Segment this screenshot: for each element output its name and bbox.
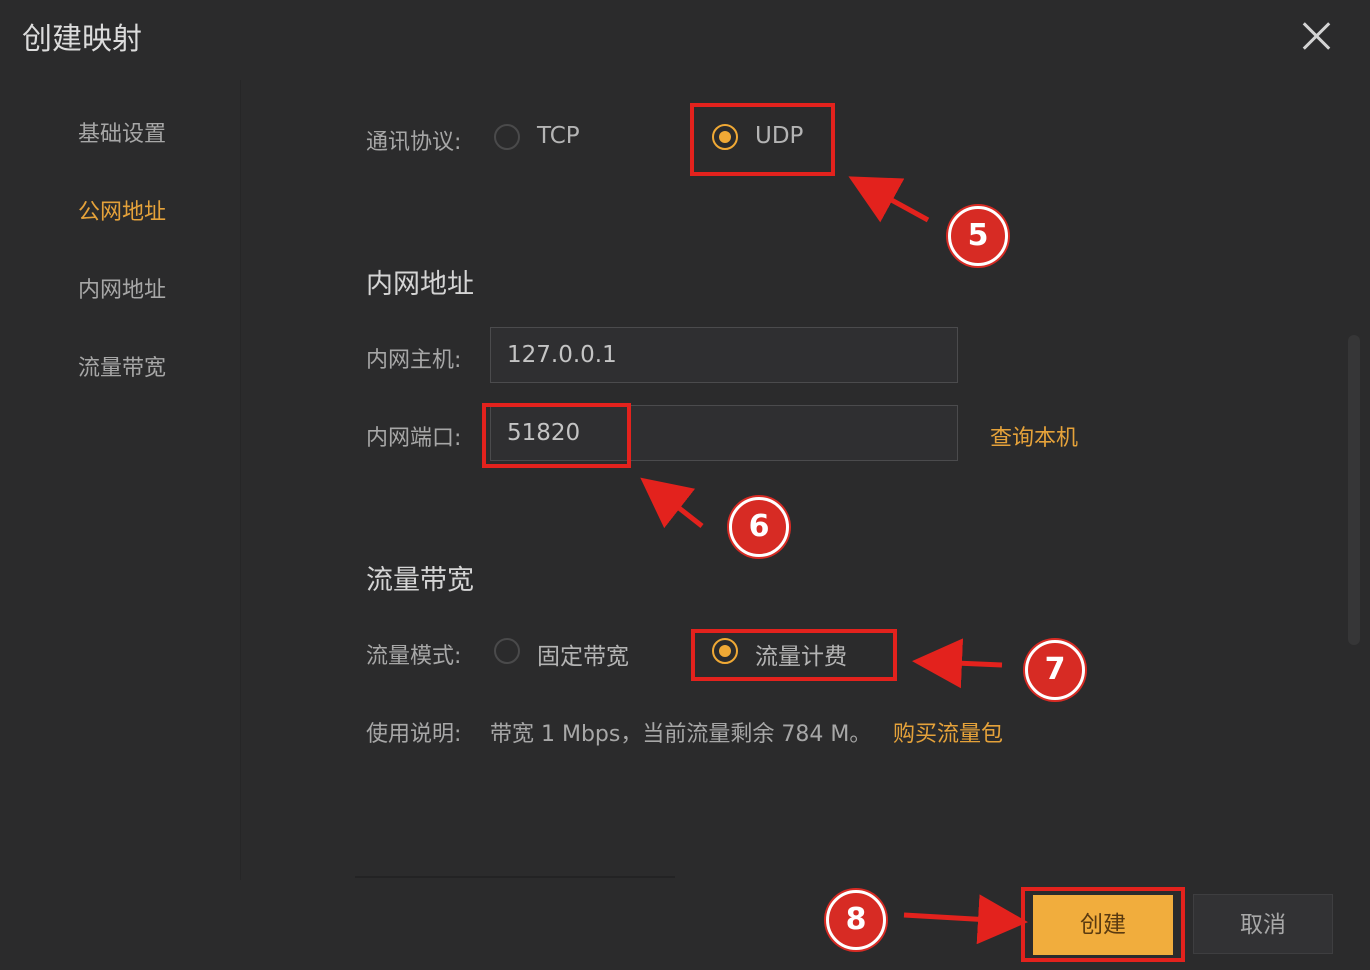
usage-label: 使用说明: <box>366 722 462 747</box>
sidebar-item-intranet-address[interactable]: 内网地址 <box>78 272 166 304</box>
sidebar-item-basic-settings[interactable]: 基础设置 <box>78 116 166 148</box>
usage-text: 带宽 1 Mbps，当前流量剩余 784 M。 <box>490 722 872 747</box>
step-badge-7: 7 <box>1025 640 1085 700</box>
intranet-host-input[interactable]: 127.0.0.1 <box>490 327 958 383</box>
divider <box>355 876 675 878</box>
highlight-traffic-billing <box>691 629 897 681</box>
query-local-link[interactable]: 查询本机 <box>990 420 1078 452</box>
protocol-label: 通讯协议: <box>366 130 462 155</box>
highlight-udp <box>690 103 835 176</box>
arrow-6 <box>640 477 704 529</box>
step-badge-6: 6 <box>729 497 789 557</box>
step-badge-5: 5 <box>948 206 1008 266</box>
step-badge-8: 8 <box>826 890 886 950</box>
radio-tcp[interactable] <box>494 124 520 150</box>
scrollbar[interactable] <box>1348 335 1360 645</box>
arrow-8 <box>903 894 1028 945</box>
intranet-port-label: 内网端口: <box>366 426 462 451</box>
close-icon[interactable] <box>1298 18 1334 54</box>
sidebar-item-public-address[interactable]: 公网地址 <box>78 194 166 226</box>
arrow-5 <box>848 176 930 223</box>
intranet-host-label: 内网主机: <box>366 348 462 373</box>
radio-fixed-bandwidth-label[interactable]: 固定带宽 <box>537 637 629 671</box>
highlight-create-button <box>1021 887 1185 962</box>
arrow-7 <box>912 638 1003 689</box>
dialog-title: 创建映射 <box>22 22 142 57</box>
buy-traffic-link[interactable]: 购买流量包 <box>893 716 1003 748</box>
intranet-section-title: 内网地址 <box>366 269 474 300</box>
bandwidth-section-title: 流量带宽 <box>366 565 474 596</box>
radio-fixed-bandwidth[interactable] <box>494 638 520 664</box>
sidebar-item-bandwidth[interactable]: 流量带宽 <box>78 350 166 382</box>
traffic-mode-label: 流量模式: <box>366 644 462 669</box>
radio-tcp-label[interactable]: TCP <box>537 123 580 149</box>
cancel-button[interactable]: 取消 <box>1193 894 1333 954</box>
highlight-port <box>482 403 631 468</box>
